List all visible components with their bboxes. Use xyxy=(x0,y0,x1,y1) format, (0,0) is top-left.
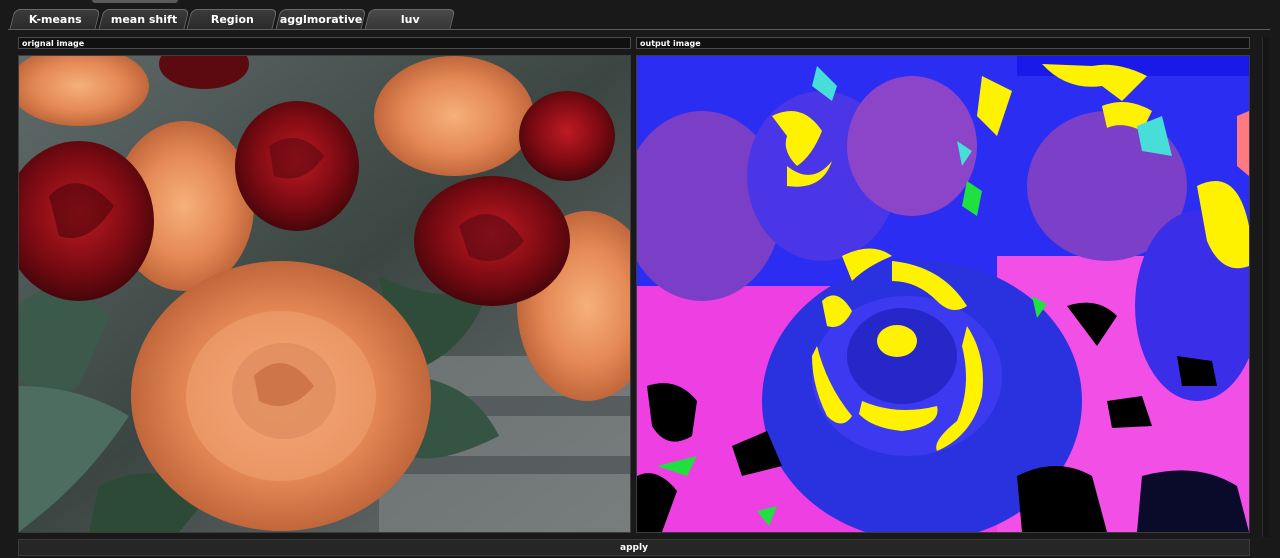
tab-kmeans[interactable]: K-means xyxy=(9,9,101,29)
tab-label: Region xyxy=(210,13,254,26)
original-image xyxy=(19,56,630,532)
tab-label: K-means xyxy=(28,13,82,26)
apply-label: apply xyxy=(620,542,648,553)
output-image xyxy=(637,56,1249,532)
tab-label: mean shift xyxy=(110,13,177,26)
tab-label: agglmorative xyxy=(279,13,363,26)
output-image-title: output image xyxy=(636,37,1250,49)
tab-bar: K-means mean shift Region agglmorative l… xyxy=(8,9,1270,30)
tab-label: luv xyxy=(400,13,420,26)
tab-luv[interactable]: luv xyxy=(364,9,456,29)
scroll-edge[interactable] xyxy=(1262,37,1269,537)
output-image-panel: output image xyxy=(636,37,1250,533)
original-image-frame xyxy=(18,55,631,533)
tab-region[interactable]: Region xyxy=(186,9,278,29)
tab-agglomerative[interactable]: agglmorative xyxy=(275,9,367,29)
apply-button[interactable]: apply xyxy=(18,539,1250,556)
tab-mean-shift[interactable]: mean shift xyxy=(98,9,190,29)
output-image-frame xyxy=(636,55,1250,533)
top-strip-stub xyxy=(92,0,178,3)
original-image-title: orignal image xyxy=(18,37,631,49)
original-image-panel: orignal image xyxy=(18,37,631,533)
